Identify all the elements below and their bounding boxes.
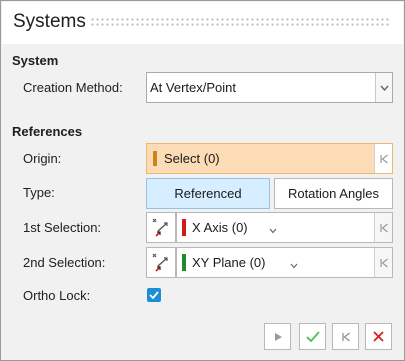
first-selection-label: 1st Selection: (23, 220, 102, 235)
vector-pick-icon (147, 253, 175, 280)
ortho-lock-checkbox[interactable] (147, 288, 161, 302)
panel-title: Systems (13, 11, 86, 32)
ortho-lock-label: Ortho Lock: (23, 288, 91, 303)
systems-panel: Systems System Creation Method: At Verte… (0, 0, 405, 361)
creation-method-value: At Vertex/Point (150, 80, 236, 95)
origin-marker (153, 151, 157, 166)
skip-back-icon[interactable] (374, 213, 392, 242)
play-button[interactable] (264, 323, 291, 350)
close-icon (373, 331, 384, 342)
x-axis-marker (182, 219, 186, 236)
system-heading: System (12, 53, 59, 68)
first-selection-box[interactable]: X Axis (0) (176, 212, 393, 243)
type-referenced-button[interactable]: Referenced (146, 178, 270, 209)
play-icon (274, 332, 282, 341)
reset-button[interactable] (332, 323, 359, 350)
first-selection-value: X Axis (0) (192, 220, 248, 235)
type-label: Type: (23, 185, 55, 200)
vector-pick-icon (147, 218, 175, 245)
creation-method-dropdown[interactable]: At Vertex/Point (146, 72, 393, 103)
creation-method-label: Creation Method: (23, 80, 123, 95)
origin-value: Select (0) (164, 151, 220, 166)
vector-pick-button[interactable] (146, 212, 176, 243)
references-heading: References (12, 124, 83, 139)
check-icon (305, 331, 320, 342)
chevron-down-icon[interactable] (290, 257, 298, 272)
second-selection-box[interactable]: XY Plane (0) (176, 247, 393, 278)
second-selection-value: XY Plane (0) (192, 255, 266, 270)
xy-plane-marker (182, 254, 186, 271)
chevron-down-icon[interactable] (375, 73, 392, 102)
skip-back-icon (341, 332, 350, 341)
panel-header: Systems (2, 2, 403, 44)
drag-grip[interactable] (90, 17, 390, 27)
origin-selector[interactable]: Select (0) (146, 143, 393, 174)
type-rotation-angles-button[interactable]: Rotation Angles (274, 178, 393, 209)
apply-button[interactable] (299, 323, 326, 350)
skip-back-icon[interactable] (374, 144, 392, 173)
skip-back-icon[interactable] (374, 248, 392, 277)
second-selection-label: 2nd Selection: (23, 255, 106, 270)
chevron-down-icon[interactable] (269, 222, 277, 237)
close-button[interactable] (365, 323, 392, 350)
vector-pick-button[interactable] (146, 247, 176, 278)
origin-label: Origin: (23, 151, 62, 166)
